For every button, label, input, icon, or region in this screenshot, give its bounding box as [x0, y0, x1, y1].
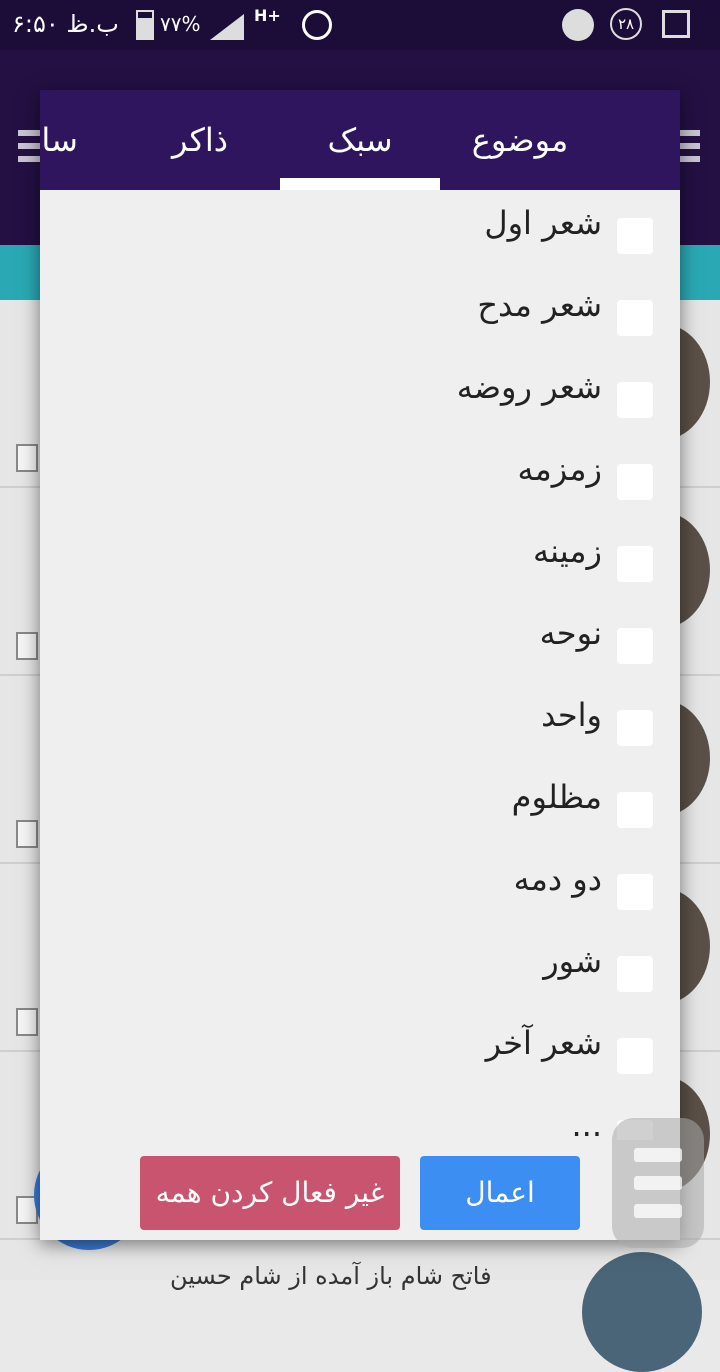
option-row[interactable]: شعر آخر — [40, 1010, 680, 1092]
option-label: زمینه — [532, 532, 602, 570]
apply-button[interactable]: اعمال — [420, 1156, 580, 1230]
option-row[interactable]: نوحه — [40, 600, 680, 682]
option-row[interactable]: شور — [40, 928, 680, 1010]
option-label: نوحه — [539, 614, 602, 652]
option-row[interactable]: واحد — [40, 682, 680, 764]
option-label: شعر آخر — [485, 1024, 602, 1062]
gallery-icon — [662, 10, 690, 38]
battery-percent: ۷۷% — [160, 12, 201, 36]
option-row[interactable]: مظلوم — [40, 764, 680, 846]
navigation-icon — [562, 9, 594, 41]
status-bar: ۶:۵۰ ب.ظ ۷۷% H+ ۲۸ — [0, 0, 720, 50]
deselect-all-button[interactable]: غیر فعال کردن همه — [140, 1156, 400, 1230]
checkbox[interactable] — [617, 956, 653, 992]
status-time: ۶:۵۰ ب.ظ — [12, 10, 119, 38]
checkbox[interactable] — [617, 874, 653, 910]
tab-year[interactable]: سال — [40, 90, 128, 190]
option-row[interactable]: دو دمه — [40, 846, 680, 928]
notification-count: ۲۸ — [610, 8, 642, 40]
option-row[interactable]: شعر روضه — [40, 354, 680, 436]
alarm-icon — [302, 10, 332, 40]
document-icon — [16, 632, 38, 660]
active-tab-indicator — [280, 178, 440, 190]
checkbox[interactable] — [617, 464, 653, 500]
option-label: دو دمه — [513, 860, 602, 898]
document-icon — [16, 1008, 38, 1036]
battery-icon — [136, 10, 154, 40]
option-row[interactable]: شعر اول — [40, 190, 680, 272]
option-label: شور — [543, 942, 602, 980]
store-logo-watermark — [612, 1118, 704, 1248]
checkbox[interactable] — [617, 300, 653, 336]
checkbox[interactable] — [617, 218, 653, 254]
tab-reciter[interactable]: ذاکر — [120, 90, 280, 190]
document-icon — [16, 444, 38, 472]
option-label: ... — [571, 1106, 602, 1140]
checkbox[interactable] — [617, 710, 653, 746]
option-label: شعر مدح — [477, 286, 602, 324]
network-type: H+ — [254, 6, 281, 25]
tab-bar: موضوع سبک ذاکر سال — [40, 90, 680, 190]
filter-dialog: موضوع سبک ذاکر سال شعر اول شعر مدح شعر ر… — [40, 90, 680, 1240]
checkbox[interactable] — [617, 792, 653, 828]
document-icon — [16, 820, 38, 848]
option-row[interactable]: شعر مدح — [40, 272, 680, 354]
avatar — [582, 1252, 702, 1372]
tab-topic[interactable]: موضوع — [440, 90, 600, 190]
option-row[interactable]: زمزمه — [40, 436, 680, 518]
checkbox[interactable] — [617, 628, 653, 664]
option-label: واحد — [541, 696, 602, 734]
checkbox[interactable] — [617, 546, 653, 582]
option-row[interactable]: زمینه — [40, 518, 680, 600]
option-row[interactable]: ... — [40, 1092, 680, 1140]
signal-icon — [210, 14, 244, 40]
list-item-title[interactable]: فاتح شام باز آمده از شام حسین — [170, 1262, 492, 1290]
option-label: شعر روضه — [456, 368, 602, 406]
style-options-list[interactable]: شعر اول شعر مدح شعر روضه زمزمه زمینه نوح… — [40, 190, 680, 1140]
option-label: زمزمه — [517, 450, 602, 488]
option-label: شعر اول — [484, 204, 602, 242]
checkbox[interactable] — [617, 382, 653, 418]
option-label: مظلوم — [511, 778, 602, 816]
checkbox[interactable] — [617, 1038, 653, 1074]
tab-style[interactable]: سبک — [280, 90, 440, 190]
